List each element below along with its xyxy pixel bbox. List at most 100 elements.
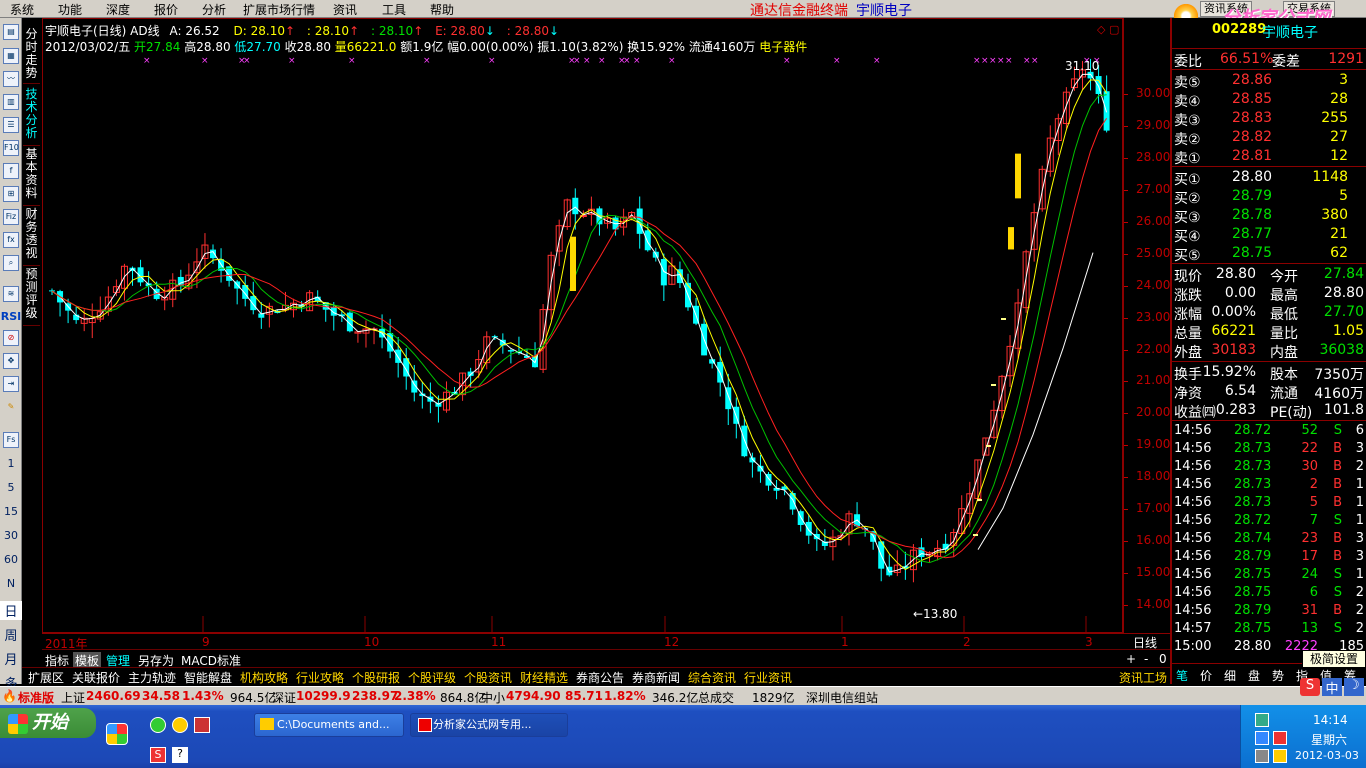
sh-label[interactable]: 上证	[61, 689, 85, 706]
period-n[interactable]: N	[0, 577, 22, 590]
tab-broker-notice[interactable]: 券商公告	[576, 669, 624, 686]
ime-moon-icon[interactable]: ☽	[1344, 678, 1364, 696]
search-icon[interactable]: ⌕	[3, 255, 19, 271]
tab-broker-news[interactable]: 券商新闻	[632, 669, 680, 686]
sz-label[interactable]: 深证	[272, 689, 296, 706]
finance-row: 收益㈣ 0.283 PE(动) 101.8	[1172, 401, 1366, 421]
tab-smart-analysis[interactable]: 智能解盘	[184, 669, 232, 686]
tab-stock-research[interactable]: 个股研报	[352, 669, 400, 686]
menu-quote[interactable]: 报价	[154, 1, 178, 18]
detail-tab[interactable]: 盘	[1248, 667, 1260, 684]
tab-fundamentals[interactable]: 基本资料	[23, 148, 40, 206]
zoom-in-button[interactable]: +	[1126, 652, 1136, 666]
ask-row[interactable]: 卖① 28.81 12	[1172, 147, 1366, 167]
tab-general-news[interactable]: 综合资讯	[688, 669, 736, 686]
help-icon[interactable]: ?	[172, 747, 188, 763]
export-icon[interactable]: ⇥	[3, 376, 19, 392]
detail-tab[interactable]: 细	[1224, 667, 1236, 684]
ask-row[interactable]: 卖③ 28.83 255	[1172, 109, 1366, 129]
tab-related-quotes[interactable]: 关联报价	[72, 669, 120, 686]
grid-icon[interactable]: ▦	[3, 48, 19, 64]
tray-network-icon[interactable]	[1255, 713, 1269, 727]
menu-depth[interactable]: 深度	[106, 1, 130, 18]
bid-row[interactable]: 买④ 28.77 21	[1172, 225, 1366, 245]
menu-system[interactable]: 系统	[10, 1, 34, 18]
tab-stock-news[interactable]: 个股资讯	[464, 669, 512, 686]
chart-icon[interactable]: ▤	[3, 24, 19, 40]
taskbar-tdx-window[interactable]: 分析家公式网专用...	[410, 713, 568, 737]
tab-financials[interactable]: 财务透视	[23, 208, 40, 266]
tab-industry-news[interactable]: 行业资讯	[744, 669, 792, 686]
period-1min[interactable]: 1	[0, 457, 22, 470]
menu-analysis[interactable]: 分析	[202, 1, 226, 18]
period-60min[interactable]: 60	[0, 553, 22, 566]
detail-tab[interactable]: 价	[1200, 667, 1212, 684]
fiz-icon[interactable]: Fiz	[3, 209, 19, 225]
stop-icon[interactable]: ⊘	[3, 330, 19, 346]
tab-ext-area[interactable]: 扩展区	[28, 669, 64, 686]
kline-chart-panel[interactable]: 宇顺电子(日线) AD线 A: 26.52 D: 28.10↑ : 28.10↑…	[42, 18, 1123, 633]
period-week[interactable]: 周	[0, 625, 22, 644]
tab-finance-picks[interactable]: 财经精选	[520, 669, 568, 686]
tray-security-icon[interactable]	[1273, 749, 1287, 763]
move-icon[interactable]: ✥	[3, 353, 19, 369]
list-icon[interactable]: ☰	[3, 117, 19, 133]
formula-icon[interactable]: fx	[3, 232, 19, 248]
quicklaunch-app-icon[interactable]	[106, 723, 128, 745]
ask-row[interactable]: 卖② 28.82 27	[1172, 128, 1366, 148]
menu-news[interactable]: 资讯	[333, 1, 357, 18]
pencil-icon[interactable]: ✎	[3, 400, 19, 416]
rsi-button[interactable]: RSI	[0, 310, 22, 323]
tab-institution-strategy[interactable]: 机构攻略	[240, 669, 288, 686]
ime-chinese-icon[interactable]: 中	[1322, 678, 1342, 697]
tab-intraday[interactable]: 分时走势	[23, 28, 40, 84]
zx-label[interactable]: 中小	[481, 689, 505, 706]
tray-volume-icon[interactable]	[1255, 749, 1269, 763]
tab-stock-rating[interactable]: 个股评级	[408, 669, 456, 686]
tab-news-workshop[interactable]: 资讯工场	[1119, 669, 1167, 686]
period-month[interactable]: 月	[0, 649, 22, 668]
detail-tab[interactable]: 笔	[1176, 667, 1188, 684]
kline-icon[interactable]: ▥	[3, 94, 19, 110]
tab-forecast[interactable]: 预测评级	[23, 268, 40, 326]
detail-tab[interactable]: 势	[1272, 667, 1284, 684]
period-15min[interactable]: 15	[0, 505, 22, 518]
indicator-icon[interactable]: ≋	[3, 286, 19, 302]
ask-row[interactable]: 卖④ 28.85 28	[1172, 90, 1366, 110]
zoom-out-button[interactable]: -	[1144, 652, 1148, 666]
ime-s-icon[interactable]: S	[1300, 678, 1320, 696]
chart-options-icon[interactable]: ◇ ▢	[1097, 23, 1119, 36]
browser2-icon[interactable]	[172, 717, 188, 733]
tab-industry-strategy[interactable]: 行业攻略	[296, 669, 344, 686]
taskbar-explorer-window[interactable]: C:\Documents and...	[254, 713, 404, 737]
app-icon[interactable]	[194, 717, 210, 733]
book-icon[interactable]: ⊞	[3, 186, 19, 202]
s-app-icon[interactable]: S	[150, 747, 166, 763]
tray-app-icon[interactable]	[1273, 731, 1287, 745]
tick-count: 3	[1355, 531, 1364, 546]
tray-monitor-icon[interactable]	[1255, 731, 1269, 745]
tab-technical[interactable]: 技术分析	[23, 88, 40, 146]
ask-row[interactable]: 卖⑤ 28.86 3	[1172, 71, 1366, 91]
period-30min[interactable]: 30	[0, 529, 22, 542]
period-day[interactable]: 日	[0, 601, 22, 620]
menu-help[interactable]: 帮助	[430, 1, 454, 18]
f10-icon[interactable]: F10	[3, 140, 19, 156]
bid-row[interactable]: 买③ 28.78 380	[1172, 206, 1366, 226]
browser-icon[interactable]	[150, 717, 166, 733]
tick-volume: 7	[1309, 513, 1318, 528]
info-icon[interactable]: f	[3, 163, 19, 179]
tab-main-force[interactable]: 主力轨迹	[128, 669, 176, 686]
menu-function[interactable]: 功能	[58, 1, 82, 18]
fs-icon[interactable]: Fs	[3, 432, 19, 448]
clock-time[interactable]: 14:14	[1313, 713, 1348, 727]
bid-row[interactable]: 买② 28.79 5	[1172, 187, 1366, 207]
menu-ext-market[interactable]: 扩展市场行情	[243, 1, 315, 18]
server-name[interactable]: 深圳电信组站	[806, 689, 878, 706]
period-5min[interactable]: 5	[0, 481, 22, 494]
bid-row[interactable]: 买⑤ 28.75 62	[1172, 244, 1366, 264]
menu-tools[interactable]: 工具	[382, 1, 406, 18]
bid-row[interactable]: 买① 28.80 1148	[1172, 168, 1366, 188]
line-chart-icon[interactable]: 〰	[3, 71, 19, 87]
zoom-reset-button[interactable]: 0	[1159, 652, 1167, 666]
